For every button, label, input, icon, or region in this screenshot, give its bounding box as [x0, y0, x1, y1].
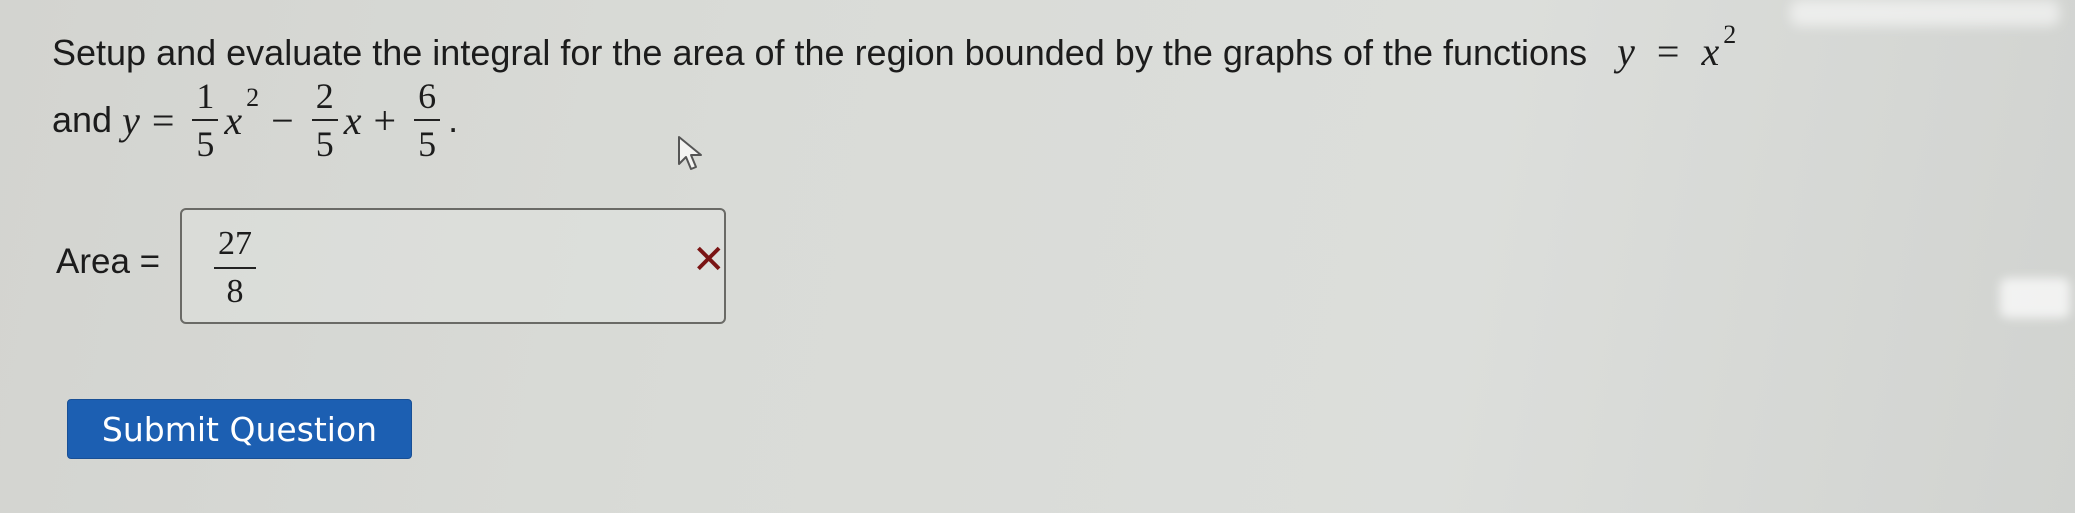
- term1-exponent: 2: [246, 83, 260, 112]
- func2-var: y: [122, 97, 140, 143]
- term1-var: x: [224, 97, 243, 143]
- func2-equals: =: [151, 97, 175, 143]
- minus-sign: −: [271, 97, 294, 143]
- term2-var: x: [343, 97, 362, 143]
- screen-glare: [2000, 278, 2070, 318]
- fraction-bar: [192, 119, 219, 121]
- fraction-bar: [214, 267, 256, 269]
- fraction-numerator: 1: [196, 76, 215, 116]
- func1-var: y: [1617, 29, 1635, 74]
- fraction-numerator: 2: [315, 76, 334, 116]
- screen-glare: [1790, 0, 2060, 26]
- answer-numerator: 27: [218, 225, 252, 262]
- fraction-denominator: 5: [196, 124, 215, 164]
- answer-denominator: 8: [226, 273, 244, 310]
- and-text: and: [52, 99, 113, 140]
- fraction-term3: 6 5: [414, 76, 441, 164]
- question-line-2: and y = 1 5 x2 − 2 5 x + 6 5 .: [52, 72, 458, 168]
- submit-question-button[interactable]: Submit Question: [67, 399, 412, 459]
- fraction-numerator: 6: [418, 76, 437, 116]
- period: .: [448, 99, 459, 140]
- fraction-denominator: 5: [418, 124, 437, 164]
- func1-exponent: 2: [1723, 20, 1737, 49]
- answer-input[interactable]: 27 8 ✕: [180, 208, 726, 324]
- plus-sign: +: [373, 97, 397, 143]
- question-intro: Setup and evaluate the integral for the …: [52, 32, 1588, 73]
- fraction-denominator: 5: [315, 124, 334, 164]
- fraction-bar: [311, 119, 338, 121]
- incorrect-x-icon: ✕: [692, 237, 726, 283]
- mouse-pointer-icon: [678, 136, 702, 170]
- func1-base: x: [1701, 29, 1720, 74]
- fraction-term2: 2 5: [311, 76, 338, 164]
- area-label: Area =: [56, 242, 161, 281]
- fraction-term1: 1 5: [192, 76, 219, 164]
- func1-equals: =: [1656, 29, 1680, 74]
- answer-fraction: 27 8: [214, 224, 256, 312]
- fraction-bar: [414, 119, 441, 121]
